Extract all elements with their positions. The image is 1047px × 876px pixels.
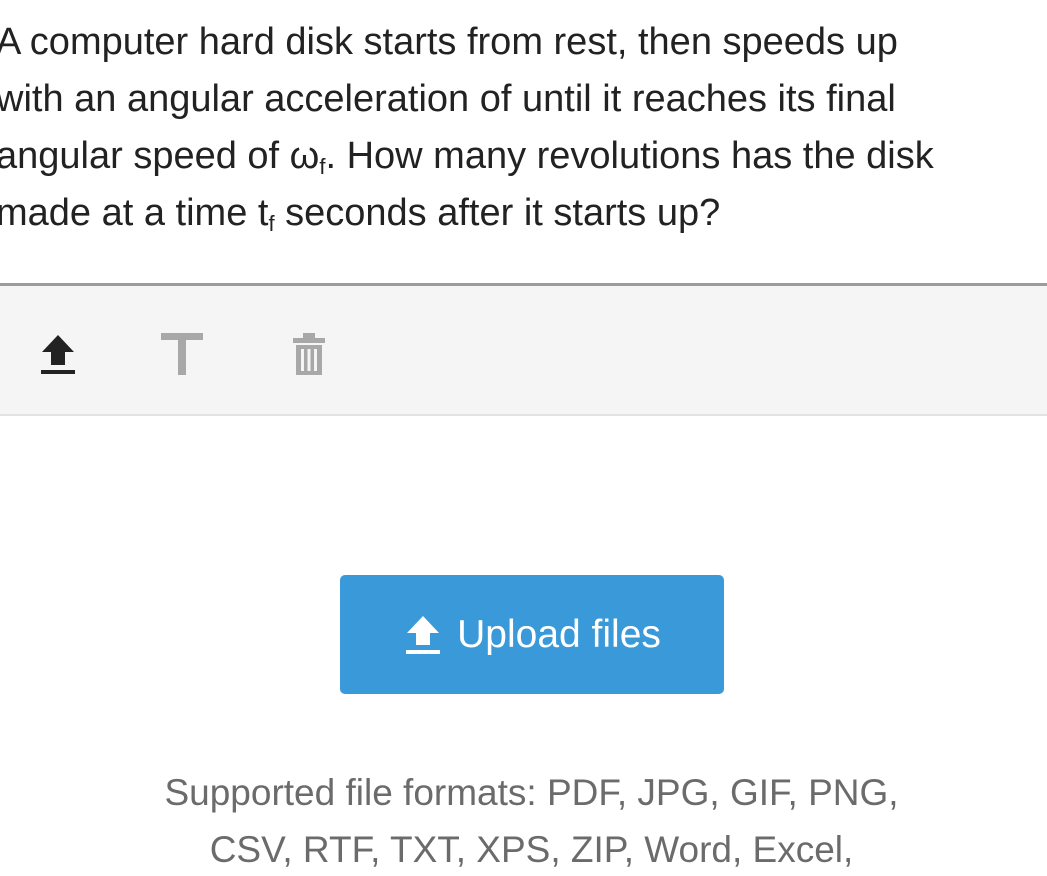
upload-icon [41,335,75,374]
question-line: with an angular acceleration of until it… [0,78,896,120]
trash-icon [293,333,325,375]
question-text-fragment: angular speed of ω [0,135,320,177]
supported-formats-text: Supported file formats: PDF, JPG, GIF, P… [0,764,1047,876]
question-text: A computer hard disk starts from rest, t… [0,14,1047,242]
question-line: made at a time tf seconds after it start… [0,185,1047,242]
upload-files-button[interactable]: Upload files [340,575,724,694]
delete-tool-button[interactable] [287,330,331,378]
text-tool-button[interactable] [160,330,204,378]
formats-line: Supported file formats: PDF, JPG, GIF, P… [164,772,899,813]
answer-page: A computer hard disk starts from rest, t… [0,0,1047,876]
question-text-fragment: made at a time t [0,192,269,234]
upload-icon [403,614,443,656]
question-line: angular speed of ωf. How many revolution… [0,128,1047,185]
text-icon [161,333,203,375]
question-text-fragment: seconds after it starts up? [274,192,721,234]
upload-tool-button[interactable] [36,330,80,378]
formats-line: CSV, RTF, TXT, XPS, ZIP, Word, Excel, [209,829,854,870]
upload-files-label: Upload files [457,612,661,656]
question-line: A computer hard disk starts from rest, t… [0,21,898,63]
answer-toolbar [0,283,1047,416]
question-text-fragment: . How many revolutions has the disk [325,135,934,177]
